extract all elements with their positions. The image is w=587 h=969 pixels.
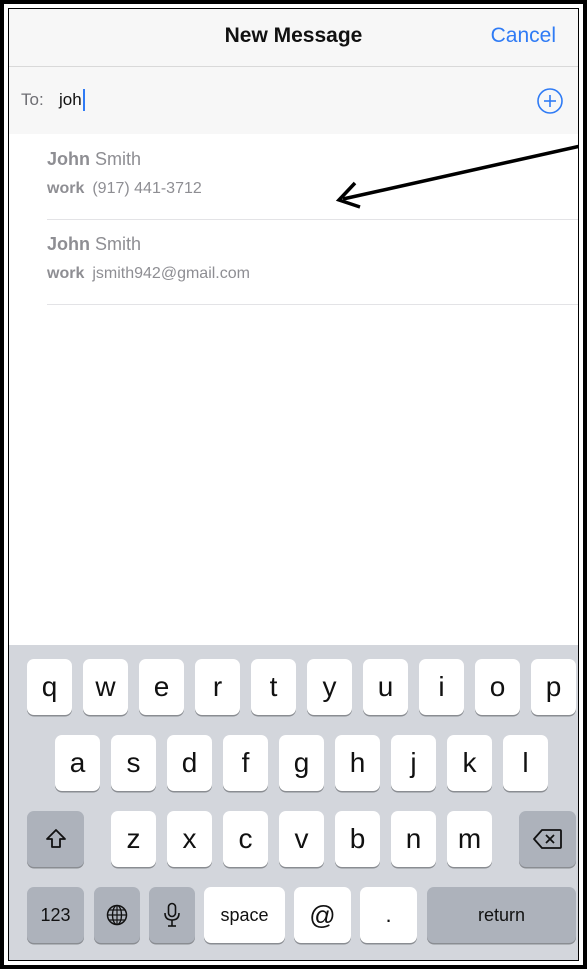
key-r[interactable]: r: [195, 659, 240, 715]
backspace-icon: [532, 829, 562, 849]
recipient-row: To: joh: [9, 67, 578, 134]
numbers-key[interactable]: 123: [27, 887, 84, 943]
return-key[interactable]: return: [427, 887, 576, 943]
key-v[interactable]: v: [279, 811, 324, 867]
globe-icon: [106, 904, 128, 926]
key-y[interactable]: y: [307, 659, 352, 715]
add-contact-icon[interactable]: [536, 87, 564, 115]
key-f[interactable]: f: [223, 735, 268, 791]
text-caret: [82, 89, 85, 111]
dictation-key[interactable]: [149, 887, 195, 943]
screenshot-frame: New Message Cancel To: joh John Smith wo…: [0, 0, 587, 969]
shift-key[interactable]: [27, 811, 84, 867]
to-label: To:: [21, 90, 44, 109]
annotation-arrow: [335, 144, 578, 209]
key-l[interactable]: l: [503, 735, 548, 791]
key-x[interactable]: x: [167, 811, 212, 867]
microphone-icon: [164, 902, 180, 927]
key-w[interactable]: w: [83, 659, 128, 715]
suggestion-name: John Smith: [47, 234, 142, 254]
suggestion-detail: work jsmith942@gmail.com: [47, 265, 250, 282]
key-p[interactable]: p: [531, 659, 576, 715]
key-o[interactable]: o: [475, 659, 520, 715]
key-j[interactable]: j: [391, 735, 436, 791]
suggestion-detail: work (917) 441-3712: [47, 180, 202, 197]
key-n[interactable]: n: [391, 811, 436, 867]
key-g[interactable]: g: [279, 735, 324, 791]
recipient-text: joh: [59, 90, 82, 109]
key-a[interactable]: a: [55, 735, 100, 791]
phone-screen: New Message Cancel To: joh John Smith wo…: [8, 8, 579, 961]
suggestion-item[interactable]: John Smith work jsmith942@gmail.com: [47, 220, 578, 305]
key-d[interactable]: d: [167, 735, 212, 791]
globe-key[interactable]: [94, 887, 140, 943]
shift-icon: [45, 829, 66, 848]
key-b[interactable]: b: [335, 811, 380, 867]
cancel-button[interactable]: Cancel: [491, 24, 556, 48]
key-m[interactable]: m: [447, 811, 492, 867]
key-t[interactable]: t: [251, 659, 296, 715]
key-c[interactable]: c: [223, 811, 268, 867]
key-e[interactable]: e: [139, 659, 184, 715]
space-key[interactable]: space: [204, 887, 285, 943]
key-h[interactable]: h: [335, 735, 380, 791]
at-key[interactable]: @: [294, 887, 351, 943]
key-z[interactable]: z: [111, 811, 156, 867]
key-k[interactable]: k: [447, 735, 492, 791]
nav-bar: New Message Cancel: [9, 9, 578, 67]
delete-key[interactable]: [519, 811, 576, 867]
key-i[interactable]: i: [419, 659, 464, 715]
key-s[interactable]: s: [111, 735, 156, 791]
period-key[interactable]: .: [360, 887, 417, 943]
key-u[interactable]: u: [363, 659, 408, 715]
recipient-input[interactable]: joh: [59, 89, 85, 111]
suggestion-name: John Smith: [47, 149, 142, 169]
key-q[interactable]: q: [27, 659, 72, 715]
keyboard: q w e r t y u i o p a s d f g h j k l z …: [9, 645, 578, 960]
